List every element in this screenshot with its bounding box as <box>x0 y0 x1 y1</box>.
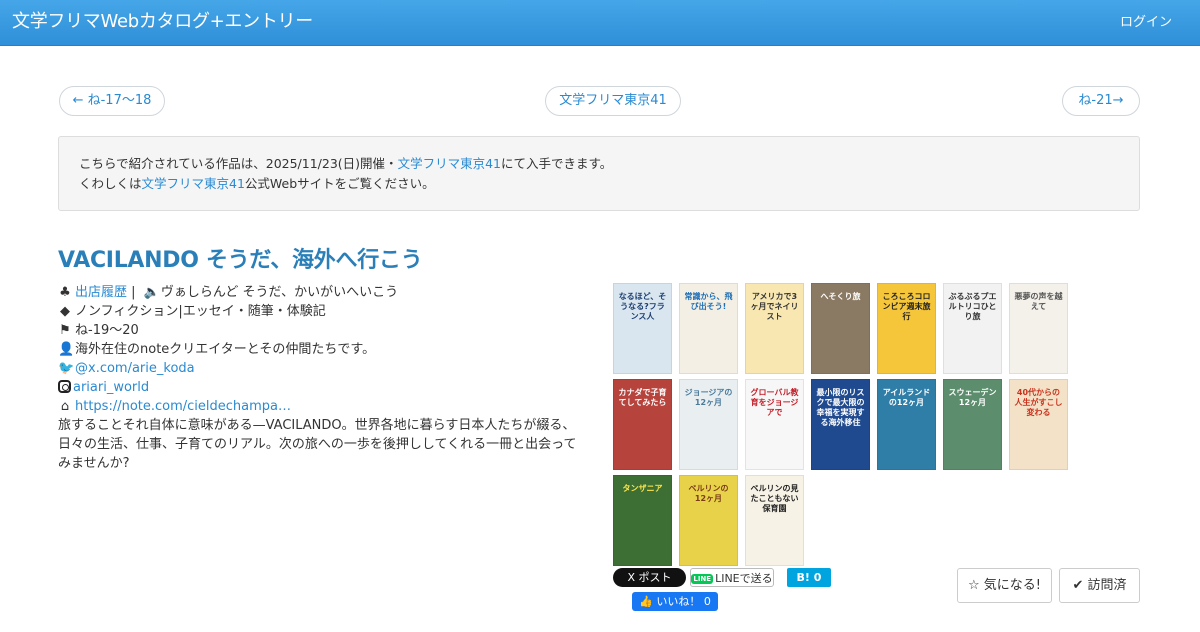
booth-description: 旅することそれ自体に意味がある—VACILANDO。世界各地に暮らす日本人たちが… <box>58 418 577 471</box>
book-cover[interactable]: 最小限のリスクで最大限の幸福を実現する海外移住 <box>811 379 870 470</box>
user-icon: 👤 <box>58 342 75 357</box>
facebook-like-button[interactable]: 👍 いいね！ 0 <box>632 592 718 611</box>
event-link[interactable]: 文学フリマ東京41 <box>398 156 501 171</box>
book-cover[interactable]: ジョージアの12ヶ月 <box>679 379 738 470</box>
book-cover[interactable]: スウェーデン12ヶ月 <box>943 379 1002 470</box>
book-cover[interactable]: ベルリンの見たこともない保育園 <box>745 475 804 566</box>
x-account-link[interactable]: @x.com/arie_koda <box>75 361 195 376</box>
website-row: ⌂ https://note.com/cieldechampa… <box>58 397 588 416</box>
event-notice: こちらで紹介されている作品は、2025/11/23(日)開催・文学フリマ東京41… <box>58 136 1140 211</box>
tree-icon: ♣ <box>59 285 71 300</box>
author-row: 👤海外在住のnoteクリエイターとその仲間たちです。 <box>58 340 588 359</box>
separator: | <box>131 285 136 300</box>
book-cover-title: ころころコロンビア週末旅行 <box>882 292 931 321</box>
book-cover[interactable]: なるほど、そうなる?フランス人 <box>613 283 672 374</box>
book-cover-title: スウェーデン12ヶ月 <box>948 388 997 407</box>
book-cover-title: ぶるぶるプエルトリコひとり旅 <box>948 292 997 321</box>
line-send-label: LINEで送る <box>715 572 773 585</box>
instagram-row: ariari_world <box>58 378 588 397</box>
x-row: 🐦@x.com/arie_koda <box>58 359 588 378</box>
visited-button[interactable]: ✔ 訪問済 <box>1059 568 1140 603</box>
login-link[interactable]: ログイン <box>1120 14 1172 32</box>
site-brand[interactable]: 文学フリマWebカタログ+エントリー <box>12 11 313 33</box>
book-cover-gallery: なるほど、そうなる?フランス人 常識から、飛び出そう! アメリカで3ヶ月でネイリスト… <box>613 283 1079 568</box>
book-cover-title: ベルリンの見たこともない保育園 <box>750 484 799 513</box>
genre-text: ノンフィクション|エッセイ・随筆・体験記 <box>75 304 326 319</box>
book-cover[interactable]: ぶるぶるプエルトリコひとり旅 <box>943 283 1002 374</box>
location-text: ね-19〜20 <box>75 323 139 338</box>
notice-text: 公式Webサイトをご覧ください。 <box>244 176 435 191</box>
speaker-icon: 🔈 <box>143 285 160 300</box>
notice-text: にて入手できます。 <box>500 156 613 171</box>
book-cover-title: なるほど、そうなる?フランス人 <box>618 292 667 321</box>
line-badge: LINE <box>691 574 714 584</box>
instagram-icon <box>58 380 71 393</box>
book-cover[interactable]: タンザニア <box>613 475 672 566</box>
book-cover[interactable]: 常識から、飛び出そう! <box>679 283 738 374</box>
line-send-button[interactable]: LINE LINEで送る <box>690 568 774 587</box>
history-link[interactable]: 出店履歴 <box>75 285 127 300</box>
notice-text: こちらで紹介されている作品は、2025/11/23(日)開催・ <box>79 156 398 171</box>
history-row: ♣ 出店履歴 | 🔈ヴぁしらんど そうだ、かいがいへいこう <box>58 283 588 302</box>
book-cover-title: 悪夢の声を越えて <box>1014 292 1063 311</box>
book-cover[interactable]: アメリカで3ヶ月でネイリスト <box>745 283 804 374</box>
book-cover[interactable]: ころころコロンビア週末旅行 <box>877 283 936 374</box>
instagram-link[interactable]: ariari_world <box>73 380 149 395</box>
tags-icon: ◆ <box>60 304 70 319</box>
favorite-button[interactable]: ☆ 気になる! <box>957 568 1052 603</box>
book-cover-title: アメリカで3ヶ月でネイリスト <box>750 292 799 321</box>
book-cover[interactable]: へそくり旅 <box>811 283 870 374</box>
book-cover[interactable]: グローバル教育をジョージアで <box>745 379 804 470</box>
booth-title: VACILANDO そうだ、海外へ行こう <box>58 248 423 273</box>
book-cover-title: タンザニア <box>622 484 663 493</box>
event-button[interactable]: 文学フリマ東京41 <box>545 86 681 116</box>
book-cover-title: カナダで子育てしてみたら <box>618 388 667 407</box>
location-row: ⚑ ね-19〜20 <box>58 321 588 340</box>
website-link[interactable]: https://note.com/cieldechampa… <box>75 399 291 414</box>
notice-line-1: こちらで紹介されている作品は、2025/11/23(日)開催・文学フリマ東京41… <box>79 154 1119 174</box>
x-post-button[interactable]: X ポスト <box>613 568 686 587</box>
next-booth-button[interactable]: ね-21→ <box>1062 86 1140 116</box>
reading-text: ヴぁしらんど そうだ、かいがいへいこう <box>160 285 399 300</box>
navbar: 文学フリマWebカタログ+エントリー ログイン <box>0 0 1200 46</box>
flag-icon: ⚑ <box>59 323 71 338</box>
genre-row: ◆ ノンフィクション|エッセイ・随筆・体験記 <box>58 302 588 321</box>
book-cover-title: ベルリンの12ヶ月 <box>688 484 729 503</box>
book-cover[interactable]: カナダで子育てしてみたら <box>613 379 672 470</box>
notice-text: くわしくは <box>79 176 142 191</box>
book-cover-title: ジョージアの12ヶ月 <box>684 388 733 407</box>
book-cover[interactable]: ベルリンの12ヶ月 <box>679 475 738 566</box>
twitter-bird-icon: 🐦 <box>58 361 75 376</box>
book-cover-title: へそくり旅 <box>820 292 861 301</box>
book-cover[interactable]: 悪夢の声を越えて <box>1009 283 1068 374</box>
author-text: 海外在住のnoteクリエイターとその仲間たちです。 <box>75 342 376 357</box>
event-site-link[interactable]: 文学フリマ東京41 <box>142 176 245 191</box>
hatena-bookmark-button[interactable]: B! 0 <box>787 568 831 587</box>
book-cover-title: 40代からの人生がすこし変わる <box>1014 388 1063 417</box>
book-cover-title: グローバル教育をジョージアで <box>750 388 799 417</box>
notice-line-2: くわしくは文学フリマ東京41公式Webサイトをご覧ください。 <box>79 174 1119 194</box>
book-cover-title: アイルランドの12ヶ月 <box>882 388 931 407</box>
home-icon: ⌂ <box>60 399 70 414</box>
book-cover[interactable]: 40代からの人生がすこし変わる <box>1009 379 1068 470</box>
book-cover[interactable]: アイルランドの12ヶ月 <box>877 379 936 470</box>
prev-booth-button[interactable]: ← ね-17〜18 <box>59 86 165 116</box>
book-cover-title: 最小限のリスクで最大限の幸福を実現する海外移住 <box>816 388 865 427</box>
book-cover-title: 常識から、飛び出そう! <box>684 292 733 311</box>
